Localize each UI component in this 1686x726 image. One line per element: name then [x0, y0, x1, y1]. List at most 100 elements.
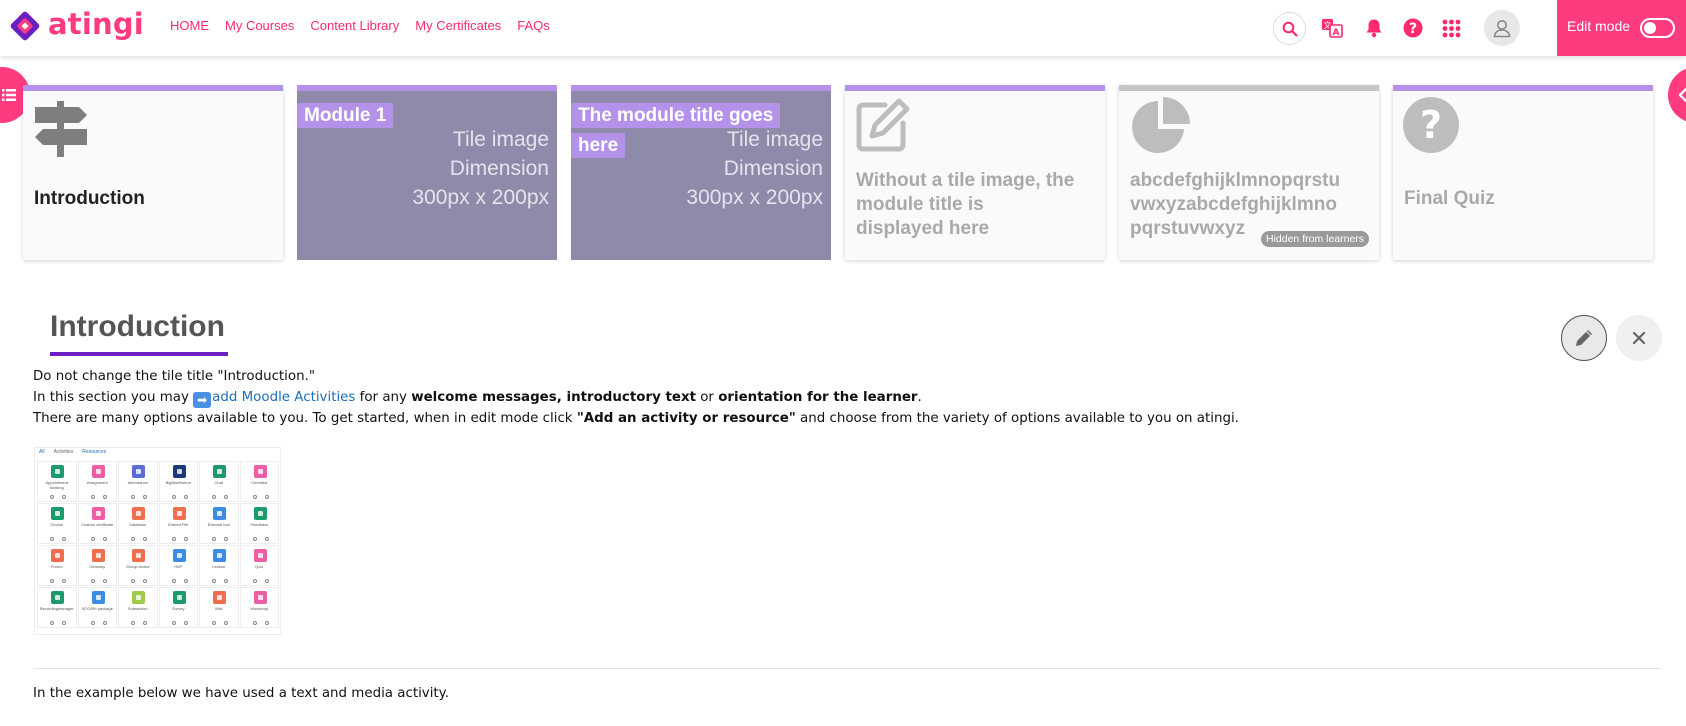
tile-top-bar — [1393, 85, 1653, 91]
activity-actions — [252, 537, 269, 541]
tile-without-image[interactable]: Without a tile image, the module title i… — [845, 85, 1105, 260]
tile-title: Module 1 — [297, 103, 394, 128]
info-icon — [224, 495, 228, 499]
info-icon — [183, 621, 188, 625]
activity-icon — [253, 549, 267, 562]
nav-my-certificates[interactable]: My Certificates — [415, 18, 501, 34]
edit-mode-label: Edit mode — [1567, 18, 1631, 34]
activity-icon — [213, 591, 226, 604]
close-section-button[interactable] — [1616, 315, 1662, 361]
chooser-item: BigBlueButton — [158, 461, 198, 502]
activity-name: Assignment — [86, 480, 108, 485]
edit-section-button[interactable] — [1561, 315, 1607, 361]
info-icon — [264, 621, 269, 625]
activity-actions — [131, 579, 147, 583]
hidden-from-learners-badge: Hidden from learners — [1261, 231, 1370, 247]
nav-my-courses[interactable]: My Courses — [225, 18, 294, 34]
info-icon — [62, 537, 66, 541]
tile-top-bar — [571, 85, 831, 91]
language-button[interactable]: 文 A — [1316, 12, 1348, 44]
activity-actions — [131, 495, 147, 499]
activity-name: Glossary — [89, 564, 106, 569]
section-title: Introduction — [50, 310, 225, 343]
pie-chart-icon — [1132, 97, 1190, 153]
tile-title: Without a tile image, the module title i… — [856, 170, 1075, 239]
tile-title-wrap: The module title goes here — [571, 101, 786, 161]
atingi-logo[interactable]: atingi — [8, 9, 144, 43]
info-icon — [102, 621, 107, 625]
footer-note: In the example below we have used a text… — [33, 686, 449, 701]
search-button[interactable] — [1273, 12, 1306, 45]
tile-image-text: 300px x 200px — [412, 186, 549, 209]
chooser-item: Database — [118, 503, 158, 544]
add-moodle-activities-link[interactable]: add Moodle Activities — [212, 390, 355, 405]
user-avatar-icon — [1493, 20, 1511, 38]
intro-line-3: There are many options available to you.… — [33, 411, 1239, 427]
star-icon — [50, 537, 54, 541]
activity-icon — [253, 507, 267, 520]
translate-icon: 文 A — [1322, 19, 1343, 38]
help-icon: ? — [1403, 18, 1423, 38]
activity-chooser-image[interactable]: All Activities Resources Appointment boo… — [34, 447, 281, 635]
activity-icon — [132, 591, 145, 604]
activity-icon — [132, 507, 145, 520]
activity-icon — [51, 465, 64, 478]
apps-menu-button[interactable] — [1435, 12, 1467, 44]
activity-name: Recordingmanager — [39, 606, 74, 611]
chooser-item: H5P — [158, 545, 198, 586]
user-menu-avatar[interactable] — [1484, 10, 1520, 46]
info-icon — [143, 579, 147, 583]
tile-introduction[interactable]: Introduction — [23, 85, 283, 260]
activity-icon — [172, 591, 186, 604]
activity-icon — [132, 465, 145, 478]
nav-home[interactable]: HOME — [170, 18, 209, 34]
star-icon — [131, 621, 135, 625]
tile-title-wrap: Module 1 — [297, 101, 557, 131]
star-icon — [50, 621, 54, 625]
signpost-icon — [35, 101, 87, 157]
info-icon — [183, 537, 188, 541]
activity-actions — [90, 579, 107, 583]
info-icon — [224, 537, 228, 541]
star-icon — [171, 579, 176, 583]
edit-icon — [856, 98, 910, 152]
activity-name: Choice — [50, 522, 63, 527]
top-navbar: atingi HOME My Courses Content Library M… — [0, 0, 1686, 56]
activity-name: Group choice — [125, 564, 150, 569]
section-title-underline — [50, 352, 228, 356]
info-icon — [264, 579, 269, 583]
activity-name: Checklist — [251, 480, 268, 485]
activity-name: Lesson — [212, 564, 226, 569]
toggle-knob — [1644, 22, 1656, 34]
bold-text: welcome messages, introductory text — [411, 390, 696, 405]
activity-icon — [91, 507, 105, 520]
brand-name: atingi — [48, 6, 144, 41]
tile-final-quiz[interactable]: ? Final Quiz — [1393, 85, 1653, 260]
tile-image-placeholder: Tile image Dimension 300px x 200px — [369, 125, 549, 212]
chooser-item: Glossary — [77, 545, 117, 586]
activity-name: Quiz — [255, 564, 264, 569]
tile-module-1[interactable]: Tile image Dimension 300px x 200px Modul… — [297, 85, 557, 260]
text: or — [695, 390, 719, 405]
info-icon — [62, 495, 66, 499]
info-icon — [183, 495, 188, 499]
tile-module-title-goes-here[interactable]: Tile image Dimension 300px x 200px The m… — [571, 85, 831, 260]
nav-faqs[interactable]: FAQs — [517, 18, 550, 34]
activity-name: Chat — [214, 480, 223, 485]
star-icon — [50, 495, 54, 499]
info-icon — [183, 579, 188, 583]
notifications-button[interactable] — [1358, 12, 1390, 44]
tile-hidden-module[interactable]: abcdefghijklmnopqrstu vwxyzabcdefghijklm… — [1119, 85, 1379, 260]
star-icon — [90, 495, 95, 499]
nav-content-library[interactable]: Content Library — [310, 18, 399, 34]
activity-actions — [171, 621, 188, 625]
info-icon — [102, 537, 107, 541]
chooser-item: Feedback — [239, 503, 279, 544]
edit-mode-toggle[interactable] — [1640, 18, 1675, 38]
tile-top-bar — [845, 85, 1105, 91]
chooser-item: Group choice — [118, 545, 158, 586]
svg-text:?: ? — [1420, 103, 1442, 147]
block-drawer-toggle[interactable] — [1668, 67, 1686, 123]
help-button[interactable]: ? — [1397, 12, 1429, 44]
activity-icon — [213, 465, 226, 478]
